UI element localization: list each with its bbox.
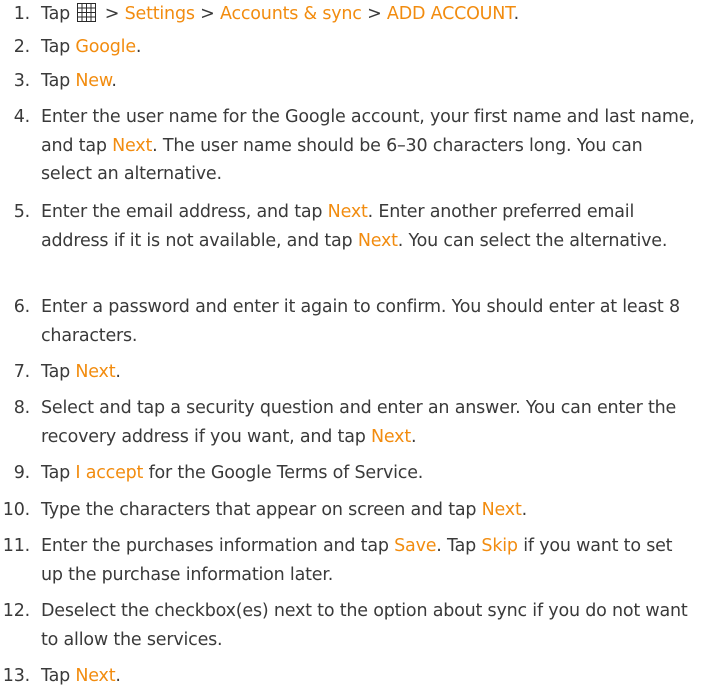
step-text: Enter a password and enter it again to c… bbox=[41, 293, 695, 350]
highlighted-term: ADD ACCOUNT bbox=[386, 4, 514, 24]
apps-grid-icon bbox=[77, 3, 97, 22]
step-text-run: Tap bbox=[41, 37, 76, 57]
step-text-run: . bbox=[111, 71, 117, 91]
step-number: 12. bbox=[2, 601, 30, 621]
step-text-run: . bbox=[135, 37, 142, 57]
step-text-run: Tap bbox=[41, 4, 76, 24]
step-text-run: > bbox=[194, 4, 220, 24]
highlighted-term: Next bbox=[75, 666, 116, 686]
step-text: Enter the email address, and tap Next. E… bbox=[41, 198, 695, 255]
step-text: Select and tap a security question and e… bbox=[41, 394, 695, 451]
highlighted-term: Next bbox=[371, 426, 411, 447]
step-number: 1. bbox=[13, 4, 30, 24]
highlighted-term: Skip bbox=[481, 536, 518, 556]
step-text: Tap Next. bbox=[41, 662, 695, 691]
step-number: 5. bbox=[13, 202, 30, 222]
step-number: 13. bbox=[2, 666, 30, 686]
step-text-run: for the Google Terms of Service. bbox=[143, 463, 424, 483]
step-text-run: Enter the email address, and tap bbox=[41, 202, 328, 222]
highlighted-term: I accept bbox=[75, 463, 144, 483]
step-number: 9. bbox=[13, 463, 30, 483]
step-number: 11. bbox=[2, 536, 30, 556]
step-text-run: > bbox=[361, 4, 387, 24]
step-text-run: Tap bbox=[41, 666, 76, 686]
step-number: 8. bbox=[13, 398, 30, 418]
step-text: Tap New. bbox=[41, 67, 695, 96]
step-text-run: Tap bbox=[41, 362, 76, 382]
step-text: Tap Next. bbox=[41, 358, 695, 387]
step-text-run: Enter the purchases information and tap bbox=[41, 536, 395, 556]
step-text: Enter the user name for the Google accou… bbox=[41, 103, 695, 189]
highlighted-term: New bbox=[75, 71, 112, 91]
step-text-run: > bbox=[99, 4, 125, 24]
highlighted-term: Google bbox=[75, 37, 136, 57]
step-text-run: . bbox=[513, 4, 520, 24]
step-text-run: Type the characters that appear on scree… bbox=[41, 500, 482, 520]
step-number: 4. bbox=[13, 107, 30, 127]
step-text-run: . You can select the alternative. bbox=[397, 230, 668, 251]
highlighted-term: Next bbox=[357, 230, 398, 251]
step-text-run: . Tap bbox=[436, 536, 482, 556]
step-text-run: Select and tap a security question and e… bbox=[41, 398, 677, 447]
highlighted-term: Next bbox=[481, 500, 522, 520]
step-text-run: . bbox=[521, 500, 528, 520]
step-text: Type the characters that appear on scree… bbox=[41, 496, 695, 525]
step-number: 7. bbox=[13, 362, 30, 382]
step-text: Enter the purchases information and tap … bbox=[41, 532, 695, 589]
step-number: 6. bbox=[13, 297, 30, 317]
highlighted-term: Settings bbox=[124, 4, 195, 24]
step-text-run: Enter a password and enter it again to c… bbox=[41, 297, 680, 346]
step-number: 2. bbox=[13, 37, 30, 57]
highlighted-term: Save bbox=[394, 536, 437, 556]
highlighted-term: Next bbox=[75, 362, 116, 382]
step-text-run: Tap bbox=[41, 71, 76, 91]
step-text-run: Tap bbox=[41, 463, 76, 483]
step-text-run: . bbox=[411, 426, 417, 447]
step-text: Tap I accept for the Google Terms of Ser… bbox=[41, 459, 695, 488]
highlighted-term: Next bbox=[327, 202, 368, 222]
step-text: Tap > Settings > Accounts & sync > ADD A… bbox=[41, 0, 695, 29]
highlighted-term: Next bbox=[112, 135, 153, 156]
step-text: Tap Google. bbox=[41, 33, 695, 62]
step-text-run: Deselect the checkbox(es) next to the op… bbox=[41, 601, 688, 650]
step-text-run: . bbox=[115, 362, 121, 382]
step-text-run: . bbox=[115, 666, 121, 686]
step-text: Deselect the checkbox(es) next to the op… bbox=[41, 597, 695, 654]
step-number: 3. bbox=[13, 71, 30, 91]
step-number: 10. bbox=[2, 500, 30, 520]
highlighted-term: Accounts & sync bbox=[219, 4, 362, 24]
